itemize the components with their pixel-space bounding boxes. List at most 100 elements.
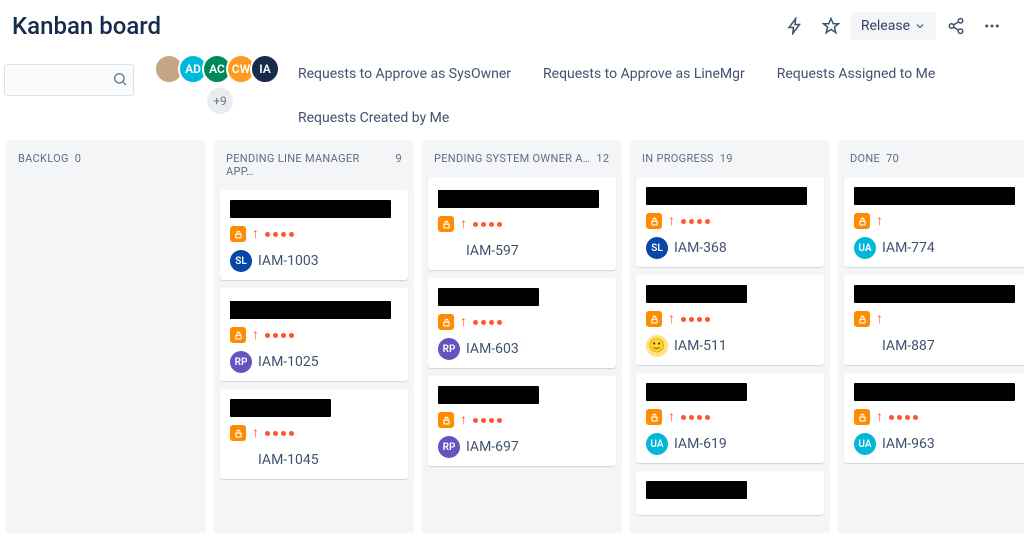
issue-key[interactable]: IAM-368 <box>674 240 727 256</box>
automation-icon[interactable] <box>779 10 811 42</box>
priority-icon: ↑ <box>876 410 883 424</box>
issue-card[interactable]: ↑🙂 IAM-511 <box>636 275 824 365</box>
issue-card[interactable]: ↑ IAM-597 <box>428 177 616 270</box>
column-header: Done70 <box>844 150 1024 177</box>
issue-summary <box>230 200 391 218</box>
issue-card[interactable]: ↑SL IAM-1003 <box>220 190 408 280</box>
story-points-dots <box>265 232 294 237</box>
issue-card[interactable]: ↑UA IAM-963 <box>844 373 1024 463</box>
avatar-stack[interactable]: ADACCWIA <box>160 54 280 84</box>
story-points-dots <box>473 222 502 227</box>
column: Pending Line Manager App…9↑SLIAM-1003↑RP… <box>214 140 414 533</box>
quick-filter[interactable]: Requests Assigned to Me <box>777 66 936 82</box>
assignee-avatar: UA <box>854 237 876 259</box>
issue-key[interactable]: IAM-603 <box>466 341 519 357</box>
quick-filter[interactable]: Requests to Approve as LineMgr <box>543 66 745 82</box>
issue-summary <box>438 288 539 306</box>
priority-icon: ↑ <box>252 426 259 440</box>
lock-icon <box>438 412 454 428</box>
story-points-dots <box>681 415 710 420</box>
issue-summary <box>854 285 1015 303</box>
priority-icon: ↑ <box>460 315 467 329</box>
issue-key[interactable]: IAM-963 <box>882 436 935 452</box>
issue-card[interactable]: ↑ IAM-1045 <box>220 389 408 479</box>
priority-icon: ↑ <box>460 413 467 427</box>
priority-icon: ↑ <box>876 214 883 228</box>
lock-icon <box>438 314 454 330</box>
release-label: Release <box>861 18 910 34</box>
page-title: Kanban board <box>12 12 161 40</box>
lock-icon <box>646 409 662 425</box>
assignee-avatar: 🙂 <box>646 335 668 357</box>
issue-summary <box>438 386 539 404</box>
issue-summary <box>646 187 807 205</box>
story-points-dots <box>473 320 502 325</box>
priority-icon: ↑ <box>252 227 259 241</box>
column-header: Backlog0 <box>12 150 200 177</box>
lock-icon <box>646 311 662 327</box>
lock-icon <box>854 409 870 425</box>
assignee-avatar: UA <box>854 433 876 455</box>
quick-filter[interactable]: Requests to Approve as SysOwner <box>298 66 511 82</box>
issue-summary <box>230 301 391 319</box>
lock-icon <box>230 226 246 242</box>
assignee-avatar <box>854 335 876 357</box>
issue-summary <box>646 481 747 499</box>
assignee-avatar <box>230 449 252 471</box>
issue-card[interactable]: ↑UA IAM-774 <box>844 177 1024 267</box>
avatar-overflow[interactable]: +9 <box>207 88 233 114</box>
issue-key[interactable]: IAM-1045 <box>258 452 319 468</box>
star-icon[interactable] <box>815 10 847 42</box>
column: Done70↑UAIAM-774↑IAM-887↑UAIAM-963 <box>838 140 1024 533</box>
issue-key[interactable]: IAM-697 <box>466 439 519 455</box>
priority-icon: ↑ <box>668 214 675 228</box>
column: Backlog0 <box>6 140 206 533</box>
priority-icon: ↑ <box>252 328 259 342</box>
search-icon <box>112 71 128 87</box>
issue-key[interactable]: IAM-1003 <box>258 253 319 269</box>
assignee-avatar: RP <box>230 351 252 373</box>
story-points-dots <box>681 219 710 224</box>
lock-icon <box>438 216 454 232</box>
search-input[interactable] <box>4 64 134 96</box>
assignee-avatar: SL <box>230 250 252 272</box>
issue-key[interactable]: IAM-774 <box>882 240 935 256</box>
issue-card[interactable]: ↑UA IAM-619 <box>636 373 824 463</box>
column: In Progress19↑SLIAM-368↑🙂IAM-511↑UAIAM-6… <box>630 140 830 533</box>
priority-icon: ↑ <box>876 312 883 326</box>
issue-summary <box>854 187 1015 205</box>
more-icon[interactable] <box>976 10 1008 42</box>
assignee-avatar: UA <box>646 433 668 455</box>
lock-icon <box>230 425 246 441</box>
issue-card[interactable]: ↑ IAM-887 <box>844 275 1024 365</box>
issue-card[interactable]: ↑RP IAM-697 <box>428 376 616 466</box>
issue-card[interactable] <box>636 471 824 515</box>
issue-card[interactable]: ↑SLIAM-368 <box>636 177 824 267</box>
story-points-dots <box>265 431 294 436</box>
priority-icon: ↑ <box>460 217 467 231</box>
column-header: Pending Line Manager App…9 <box>220 150 408 190</box>
avatar[interactable]: IA <box>250 54 280 84</box>
release-button[interactable]: Release <box>851 12 936 40</box>
issue-key[interactable]: IAM-511 <box>674 338 727 354</box>
issue-card[interactable]: ↑RP IAM-1025 <box>220 288 408 381</box>
issue-key[interactable]: IAM-1025 <box>258 354 319 370</box>
priority-icon: ↑ <box>668 312 675 326</box>
quick-filter[interactable]: Requests Created by Me <box>298 110 449 126</box>
issue-summary <box>646 285 747 303</box>
priority-icon: ↑ <box>668 410 675 424</box>
share-icon[interactable] <box>940 10 972 42</box>
assignee-avatar: RP <box>438 436 460 458</box>
column-header: Pending System Owner A…12 <box>428 150 616 177</box>
issue-summary <box>438 190 599 208</box>
issue-key[interactable]: IAM-619 <box>674 436 727 452</box>
story-points-dots <box>265 333 294 338</box>
issue-key[interactable]: IAM-887 <box>882 338 935 354</box>
issue-key[interactable]: IAM-597 <box>466 243 519 259</box>
lock-icon <box>646 213 662 229</box>
issue-card[interactable]: ↑RP IAM-603 <box>428 278 616 368</box>
column: Pending System Owner A…12↑IAM-597↑RPIAM-… <box>422 140 622 533</box>
assignee-avatar <box>438 240 460 262</box>
story-points-dots <box>681 317 710 322</box>
assignee-avatar: RP <box>438 338 460 360</box>
